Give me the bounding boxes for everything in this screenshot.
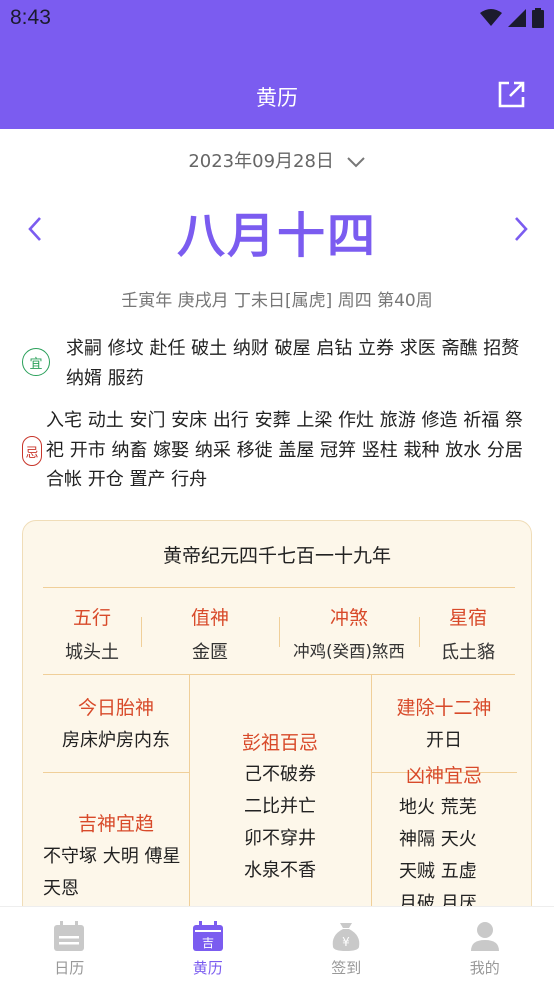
- jishen-heading: 吉神宜趋: [77, 813, 154, 835]
- jianchu-heading: 建除十二神: [396, 697, 492, 719]
- person-icon: [470, 922, 499, 951]
- xiongshen-lines: 地火 荒芜 神隔 天火 天贼 五虚 月破 月厌: [399, 792, 517, 920]
- app-header: 8:43 黄历: [0, 0, 554, 129]
- pengzu-line: 卯不穿井: [244, 828, 316, 849]
- xiongshen-line: 地火 荒芜: [399, 797, 477, 818]
- zhishen-cell: 值神 金匮: [141, 603, 279, 664]
- svg-text:吉: 吉: [202, 936, 214, 950]
- page-title: 黄历: [256, 86, 298, 110]
- battery-icon: [532, 8, 544, 28]
- svg-text:¥: ¥: [342, 935, 350, 949]
- card-title: 黄帝纪元四千七百一十九年: [162, 545, 391, 567]
- lunar-row: 八月十四: [0, 196, 554, 266]
- xiongshen-heading: 凶神宜忌: [405, 765, 482, 787]
- pengzu-heading: 彭祖百忌: [241, 732, 318, 754]
- signal-icon: [508, 9, 526, 27]
- calendar-icon: [54, 921, 85, 951]
- xingxiu-cell: 星宿 氐土貉: [413, 603, 523, 664]
- ji-badge: 忌: [22, 436, 42, 466]
- status-icons: [480, 8, 544, 28]
- ji-text: 入宅 动土 安门 安床 出行 安葬 上梁 作灶 旅游 修造 祈福 祭祀 开市 纳…: [46, 410, 523, 490]
- solar-date: 2023年09月28日: [188, 151, 334, 172]
- tab-label: 黄历: [192, 959, 223, 977]
- yi-section: 宜 求嗣 修坟 赴任 破土 纳财 破屋 启钻 立券 求医 斋醮 招赘 纳婿 服药: [22, 334, 536, 393]
- pengzu-lines: 己不破券 二比并亡 卯不穿井 水泉不香: [189, 759, 371, 887]
- cell-heading: 冲煞: [329, 607, 368, 629]
- ji-section: 忌 入宅 动土 安门 安床 出行 安葬 上梁 作灶 旅游 修造 祈福 祭祀 开市…: [22, 406, 536, 495]
- pengzu-line: 己不破券: [244, 764, 316, 785]
- tab-profile[interactable]: 我的: [416, 907, 554, 984]
- status-time: 8:43: [10, 6, 51, 29]
- pengzu-line: 二比并亡: [244, 796, 316, 817]
- taishen-heading: 今日胎神: [77, 697, 154, 719]
- wifi-icon: [480, 9, 502, 26]
- tab-checkin[interactable]: ¥ 签到: [277, 907, 416, 984]
- tab-label: 日历: [54, 959, 85, 977]
- cell-value: 氐土貉: [441, 642, 495, 663]
- lunar-date: 八月十四: [176, 208, 377, 264]
- divider: [43, 772, 189, 773]
- tab-calendar[interactable]: 日历: [0, 907, 139, 984]
- tab-label: 我的: [469, 959, 500, 977]
- divider: [43, 587, 515, 588]
- chevron-down-icon: [346, 157, 365, 168]
- share-icon[interactable]: [496, 80, 526, 110]
- divider: [43, 674, 515, 675]
- almanac-icon: 吉: [192, 921, 223, 951]
- taishen-value: 房床炉房内东: [62, 730, 170, 751]
- ganzhi-info: 壬寅年 庚戌月 丁未日[属虎] 周四 第40周: [121, 291, 433, 311]
- pengzu-line: 水泉不香: [244, 860, 316, 881]
- cell-value: 金匮: [192, 642, 228, 663]
- tab-almanac[interactable]: 吉 黄历: [139, 907, 278, 984]
- cell-heading: 星宿: [448, 607, 487, 629]
- jishen-value: 不守塚 大明 傅星 天恩: [43, 846, 181, 899]
- bottom-tab-bar: 日历 吉 黄历 ¥ 签到 我的: [0, 906, 554, 984]
- date-selector[interactable]: 2023年09月28日: [0, 147, 554, 173]
- cell-value: 冲鸡(癸酉)煞西: [293, 642, 405, 661]
- yi-text: 求嗣 修坟 赴任 破土 纳财 破屋 启钻 立券 求医 斋醮 招赘 纳婿 服药: [66, 338, 520, 389]
- jianchu-value: 开日: [426, 730, 462, 751]
- tab-label: 签到: [331, 959, 362, 977]
- chongsha-cell: 冲煞 冲鸡(癸酉)煞西: [279, 603, 419, 662]
- almanac-card: 黄帝纪元四千七百一十九年 五行 城头土 值神 金匮 冲煞 冲鸡(癸酉)煞西 星宿…: [22, 520, 532, 924]
- xiongshen-line: 天贼 五虚: [399, 861, 477, 882]
- xiongshen-line: 神隔 天火: [399, 829, 477, 850]
- next-day-arrow-icon[interactable]: [506, 212, 534, 246]
- money-bag-icon: ¥: [332, 923, 360, 951]
- cell-heading: 值神: [190, 607, 229, 629]
- yi-badge: 宜: [22, 348, 50, 376]
